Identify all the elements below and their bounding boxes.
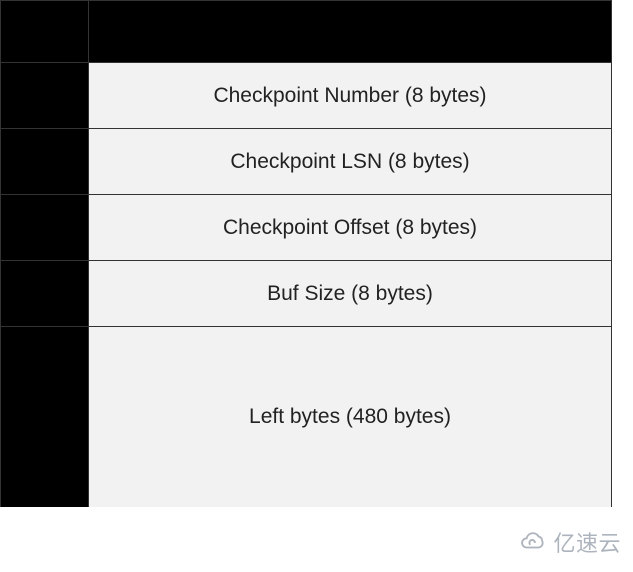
sidebar-cell	[1, 327, 89, 507]
watermark: 亿速云	[519, 526, 621, 558]
field-row: Checkpoint Offset (8 bytes)	[1, 195, 612, 261]
layout-table: Checkpoint Number (8 bytes) Checkpoint L…	[0, 0, 612, 507]
field-row: Checkpoint LSN (8 bytes)	[1, 129, 612, 195]
sidebar-cell	[1, 195, 89, 261]
field-row: Checkpoint Number (8 bytes)	[1, 63, 612, 129]
sidebar-cell	[1, 261, 89, 327]
field-label: Checkpoint Number (8 bytes)	[89, 63, 612, 129]
sidebar-cell	[1, 1, 89, 63]
field-row: Buf Size (8 bytes)	[1, 261, 612, 327]
field-label: Left bytes (480 bytes)	[89, 327, 612, 507]
sidebar-cell	[1, 129, 89, 195]
field-label: Buf Size (8 bytes)	[89, 261, 612, 327]
field-label: Checkpoint LSN (8 bytes)	[89, 129, 612, 195]
sidebar-cell	[1, 63, 89, 129]
field-label: Checkpoint Offset (8 bytes)	[89, 195, 612, 261]
header-row	[1, 1, 612, 63]
watermark-text: 亿速云	[553, 526, 621, 558]
cloud-icon	[519, 531, 549, 553]
header-cell	[89, 1, 612, 63]
field-row-large: Left bytes (480 bytes)	[1, 327, 612, 507]
